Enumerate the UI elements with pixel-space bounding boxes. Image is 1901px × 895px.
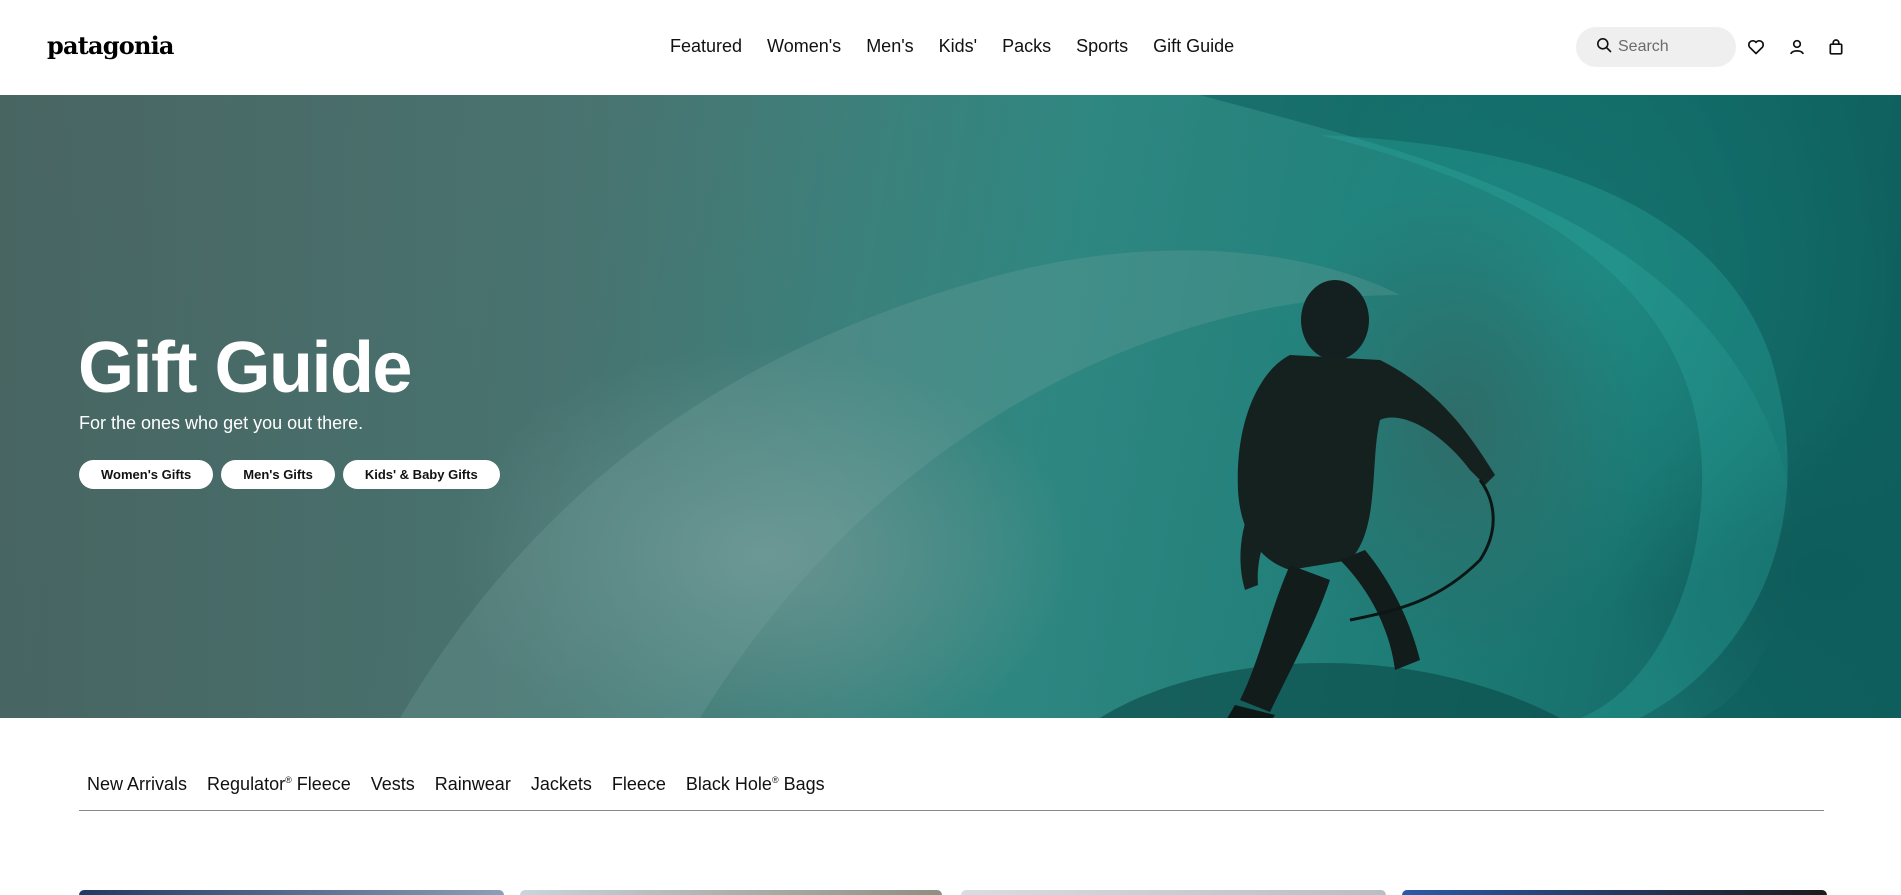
nav-womens[interactable]: Women's [767,36,841,57]
nav-mens[interactable]: Men's [866,36,913,57]
product-card[interactable] [1402,890,1827,895]
tab-label: Jackets [530,774,592,794]
search-icon [1596,37,1612,58]
product-card[interactable] [520,890,942,895]
hero-buttons: Women's Gifts Men's Gifts Kids' & Baby G… [79,460,508,489]
tab-black-hole-bags[interactable]: Black Hole® Bags [686,774,825,810]
tab-rainwear[interactable]: Rainwear [435,774,511,810]
nav-featured[interactable]: Featured [670,36,742,57]
tab-fleece[interactable]: Fleece [612,774,666,810]
bag-icon[interactable] [1825,36,1847,58]
tab-new-arrivals[interactable]: New Arrivals [87,774,187,810]
registered-mark: ® [771,775,779,785]
tab-label: Rainwear [434,774,511,794]
tab-regulator-fleece[interactable]: Regulator® Fleece [207,774,351,810]
site-header: patagonia Featured Women's Men's Kids' P… [0,0,1901,95]
tab-label-suffix: Fleece [291,774,351,794]
womens-gifts-button[interactable]: Women's Gifts [79,460,214,489]
user-icon[interactable] [1786,36,1808,58]
tab-vests[interactable]: Vests [371,774,415,810]
registered-mark: ® [285,775,292,785]
tab-label: Fleece [611,774,666,794]
surfer-figure [1227,280,1495,718]
tab-label-suffix: Bags [778,774,825,794]
mens-gifts-button[interactable]: Men's Gifts [221,460,335,489]
tab-jackets[interactable]: Jackets [531,774,592,810]
kids-baby-gifts-button[interactable]: Kids' & Baby Gifts [342,460,500,489]
product-card[interactable] [79,890,504,895]
hero-subtitle: For the ones who get you out there. [79,413,364,433]
heart-icon[interactable] [1745,36,1767,58]
hero-banner: Gift Guide For the ones who get you out … [0,95,1901,718]
tab-label: New Arrivals [87,774,188,794]
nav-sports[interactable]: Sports [1076,36,1128,57]
tab-label: Regulator [207,774,286,794]
nav-kids[interactable]: Kids' [939,36,977,57]
main-nav: Featured Women's Men's Kids' Packs Sport… [670,36,1259,57]
search-input[interactable] [1618,38,1728,56]
tab-label: Black Hole [685,774,772,794]
nav-packs[interactable]: Packs [1002,36,1051,57]
product-card[interactable] [961,890,1386,895]
patagonia-logo[interactable]: patagonia [47,31,174,60]
tab-label: Vests [370,774,415,794]
category-tabs: New Arrivals Regulator® Fleece Vests Rai… [79,774,1824,811]
nav-gift-guide[interactable]: Gift Guide [1153,36,1234,57]
search-box[interactable] [1576,27,1736,67]
hero-title: Gift Guide [78,328,412,408]
